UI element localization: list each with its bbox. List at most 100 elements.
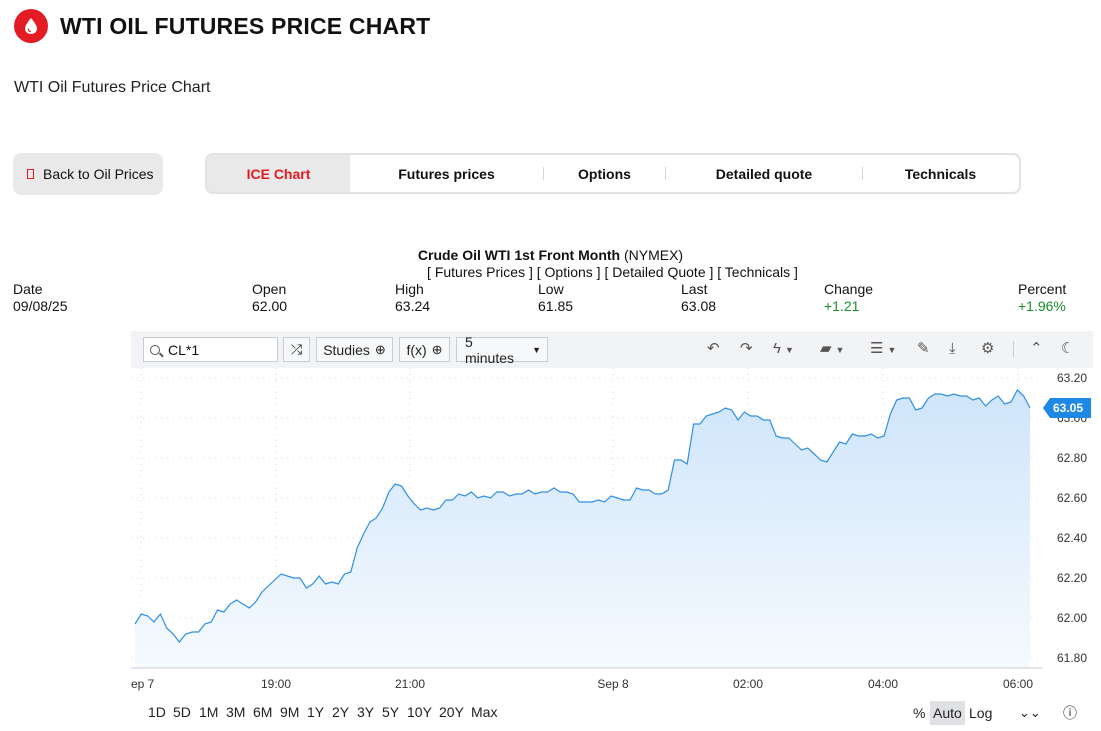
stat-label: High xyxy=(395,281,424,297)
range-3y-button[interactable]: 3Y xyxy=(357,704,374,720)
stat-value: +1.96% xyxy=(1018,298,1066,314)
y-tick-label: 62.80 xyxy=(1057,451,1087,465)
exchange-label: (NYMEX) xyxy=(623,247,684,263)
range-6m-button[interactable]: 6M xyxy=(253,704,272,720)
back-button-label: Back to Oil Prices xyxy=(43,166,154,182)
interval-select[interactable]: 5 minutes ▼ xyxy=(456,334,548,366)
log-scale-button[interactable]: Log xyxy=(966,701,995,725)
stat-label: Last xyxy=(681,281,708,297)
stat-open: Open 62.00 xyxy=(252,281,287,315)
help-icon[interactable]: ⓘ xyxy=(1060,701,1080,725)
interval-value: 5 minutes xyxy=(465,333,515,366)
settings-icon[interactable]: ⚙ xyxy=(981,340,994,358)
x-tick-label: 21:00 xyxy=(395,677,425,691)
studies-label: Studies xyxy=(323,341,370,358)
back-to-oil-prices-button[interactable]: Back to Oil Prices xyxy=(13,153,163,195)
oil-drop-logo xyxy=(14,9,48,43)
stat-high: High 63.24 xyxy=(395,281,430,315)
stat-value: 61.85 xyxy=(538,298,574,314)
range-20y-button[interactable]: 20Y xyxy=(439,704,464,720)
x-tick-label: 04:00 xyxy=(868,677,898,691)
back-icon xyxy=(27,169,34,179)
stat-value: 63.08 xyxy=(681,298,717,314)
studies-button[interactable]: Studies ⊕ xyxy=(316,337,393,362)
range-2y-button[interactable]: 2Y xyxy=(332,704,349,720)
price-chart[interactable]: 63.2063.0062.8062.6062.4062.2062.0061.80… xyxy=(131,368,1093,700)
tab-detailed-quote[interactable]: Detailed quote xyxy=(666,155,862,192)
stat-date: Date 09/08/25 xyxy=(13,281,68,315)
compare-button[interactable]: ⤮ xyxy=(283,337,310,362)
range-1y-button[interactable]: 1Y xyxy=(307,704,324,720)
symbol-input[interactable]: CL*1 xyxy=(143,337,278,362)
pencil-icon[interactable]: ✎ xyxy=(917,340,930,358)
price-area xyxy=(135,390,1030,668)
page-title: WTI OIL FUTURES PRICE CHART xyxy=(60,12,431,39)
range-1d-button[interactable]: 1D xyxy=(148,704,166,720)
dark-mode-icon[interactable]: ☾ xyxy=(1061,340,1074,358)
download-icon[interactable]: ⤓ xyxy=(949,340,956,358)
y-tick-label: 62.00 xyxy=(1057,611,1087,625)
y-tick-label: 62.60 xyxy=(1057,491,1087,505)
chart-type-icon[interactable]: ▰ ▼ xyxy=(820,340,844,359)
range-bar: 1D 5D 1M 3M 6M 9M 1Y 2Y 3Y 5Y 10Y 20Y Ma… xyxy=(131,701,1093,725)
drawing-tools-icon[interactable]: ϟ ▼ xyxy=(773,340,794,359)
stat-label: Open xyxy=(252,281,287,297)
x-tick-label: 19:00 xyxy=(261,677,291,691)
percent-scale-button[interactable]: % xyxy=(910,701,928,725)
stat-value: 62.00 xyxy=(252,298,288,314)
stat-change: Change +1.21 xyxy=(824,281,873,315)
tab-ice-chart[interactable]: ICE Chart xyxy=(207,155,350,192)
chevron-down-icon: ▼ xyxy=(532,344,541,355)
y-tick-label: 61.80 xyxy=(1057,651,1087,665)
stat-value: 09/08/25 xyxy=(13,298,68,314)
contract-name: Crude Oil WTI 1st Front Month xyxy=(417,247,621,263)
stat-label: Change xyxy=(824,281,874,297)
stat-label: Low xyxy=(538,281,564,297)
range-10y-button[interactable]: 10Y xyxy=(407,704,432,720)
x-tick-label: 02:00 xyxy=(733,677,763,691)
x-tick-label: Sep 8 xyxy=(597,677,629,691)
tab-futures-prices[interactable]: Futures prices xyxy=(350,155,543,192)
tab-technicals[interactable]: Technicals xyxy=(863,155,1018,192)
quote-links[interactable]: [ Futures Prices ] [ Options ] [ Detaile… xyxy=(0,264,1101,280)
plus-circle-icon: ⊕ xyxy=(374,341,386,357)
last-price-label: 63.05 xyxy=(1053,401,1083,415)
symbol-value: CL*1 xyxy=(168,341,200,358)
range-1m-button[interactable]: 1M xyxy=(199,704,218,720)
toolbar-divider xyxy=(1013,341,1014,357)
chart-widget: CL*1 ⤮ Studies ⊕ f(x) ⊕ 5 minutes ▼ ↶ ↷ … xyxy=(131,331,1093,731)
shuffle-icon: ⤮ xyxy=(290,341,303,357)
stat-value: +1.21 xyxy=(824,298,860,314)
x-axis-labels: ep 7 19:00 21:00 Sep 8 02:00 04:00 06:00 xyxy=(131,677,1033,691)
tab-options[interactable]: Options xyxy=(544,155,665,192)
stat-label: Date xyxy=(13,281,43,297)
chart-tabs: ICE Chart Futures prices Options Detaile… xyxy=(205,153,1021,194)
range-5y-button[interactable]: 5Y xyxy=(382,704,399,720)
plus-circle-icon: ⊕ xyxy=(431,341,443,357)
stat-label: Percent xyxy=(1018,281,1067,297)
range-3m-button[interactable]: 3M xyxy=(226,704,245,720)
undo-icon[interactable]: ↶ xyxy=(707,340,720,358)
expand-icon[interactable]: ⌄⌄ xyxy=(1016,701,1044,725)
page-header: WTI OIL FUTURES PRICE CHART xyxy=(14,9,430,43)
function-button[interactable]: f(x) ⊕ xyxy=(399,337,450,362)
range-max-button[interactable]: Max xyxy=(471,704,497,720)
stat-percent: Percent +1.96% xyxy=(1018,281,1066,315)
oil-drop-icon xyxy=(25,18,37,34)
x-tick-label: 06:00 xyxy=(1003,677,1033,691)
y-tick-label: 62.40 xyxy=(1057,531,1087,545)
last-price-marker: 63.05 xyxy=(1043,398,1091,418)
search-icon xyxy=(150,344,160,355)
x-tick-label: ep 7 xyxy=(131,677,155,691)
redo-icon[interactable]: ↷ xyxy=(740,340,753,358)
y-tick-label: 62.20 xyxy=(1057,571,1087,585)
collapse-icon[interactable]: ⌃ xyxy=(1030,340,1043,358)
layout-icon[interactable]: ☰ ▼ xyxy=(870,340,896,359)
page-subtitle: WTI Oil Futures Price Chart xyxy=(14,79,211,96)
stat-last: Last 63.08 xyxy=(681,281,716,315)
stat-value: 63.24 xyxy=(395,298,431,314)
range-5d-button[interactable]: 5D xyxy=(173,704,191,720)
auto-scale-button[interactable]: Auto xyxy=(930,701,965,725)
function-label: f(x) xyxy=(406,341,427,358)
range-9m-button[interactable]: 9M xyxy=(280,704,299,720)
